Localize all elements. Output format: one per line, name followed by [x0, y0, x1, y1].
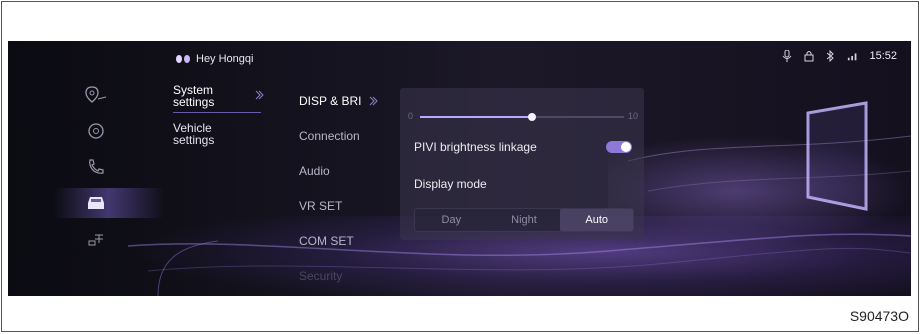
navigation-icon[interactable] — [82, 83, 110, 107]
settings-category-menu: System settings Vehicle settings — [173, 81, 273, 149]
voice-assistant[interactable]: Hey Hongqi — [176, 50, 253, 68]
menu-item-security[interactable]: Security — [299, 258, 399, 293]
figure-code: S90473O — [849, 308, 909, 324]
menu-item-vehicle-settings[interactable]: Vehicle settings — [173, 119, 273, 149]
voice-assistant-label: Hey Hongqi — [196, 53, 254, 65]
infotainment-screen: Hey Hongqi 15:52 System settings Vehicle… — [8, 41, 911, 296]
menu-item-label: System settings — [173, 83, 215, 109]
bluetooth-icon — [825, 50, 837, 62]
charging-icon[interactable] — [82, 227, 110, 251]
menu-item-vr-set[interactable]: VR SET — [299, 188, 399, 223]
menu-item-label: Connection — [299, 128, 360, 143]
toggle-knob — [621, 142, 631, 152]
phone-icon[interactable] — [82, 155, 110, 179]
menu-item-label: Audio — [299, 163, 330, 178]
menu-item-system-settings[interactable]: System settings — [173, 81, 273, 113]
car-icon[interactable] — [54, 188, 164, 218]
display-mode-label: Display mode — [414, 177, 487, 191]
slider-min-label: 0 — [408, 111, 414, 121]
chevron-right-icon — [369, 96, 378, 106]
display-mode-auto[interactable]: Auto — [560, 209, 634, 231]
menu-item-audio[interactable]: Audio — [299, 153, 399, 188]
pivi-linkage-label: PIVI brightness linkage — [414, 140, 537, 154]
signal-icon — [847, 50, 859, 62]
slider-fill — [420, 116, 533, 118]
pivi-linkage-toggle[interactable] — [606, 141, 632, 153]
display-mode-night[interactable]: Night — [488, 209, 561, 231]
mic-icon — [781, 50, 793, 62]
left-nav — [48, 83, 164, 283]
menu-item-label: Vehicle settings — [173, 121, 215, 147]
slider-max-label: 10 — [628, 111, 639, 121]
status-indicators: 15:52 — [781, 50, 897, 62]
menu-item-label: VR SET — [299, 198, 343, 213]
assistant-logo-icon — [176, 55, 190, 63]
menu-item-com-set[interactable]: COM SET — [299, 223, 399, 258]
chevron-right-icon — [255, 90, 264, 100]
clock: 15:52 — [869, 50, 897, 62]
menu-item-label: DISP & BRI — [299, 93, 362, 108]
brightness-slider[interactable]: 0 10 — [400, 107, 644, 127]
display-mode-day[interactable]: Day — [415, 209, 488, 231]
menu-item-label: COM SET — [299, 233, 354, 248]
display-mode-selector: Day Night Auto — [414, 208, 634, 232]
ambient-glow-right — [608, 131, 911, 251]
menu-item-disp-bri[interactable]: DISP & BRI — [299, 83, 399, 118]
menu-item-label: Security — [299, 268, 343, 283]
display-brightness-panel: 0 10 PIVI brightness linkage Display mod… — [400, 88, 644, 240]
slider-thumb[interactable] — [528, 113, 537, 121]
media-icon[interactable] — [82, 119, 110, 143]
menu-item-connection[interactable]: Connection — [299, 118, 399, 153]
system-settings-menu: DISP & BRI Connection Audio VR SET COM S… — [299, 83, 399, 293]
lock-icon — [803, 50, 815, 62]
display-frame-graphic — [806, 101, 868, 211]
status-bar: Hey Hongqi 15:52 — [8, 41, 911, 77]
